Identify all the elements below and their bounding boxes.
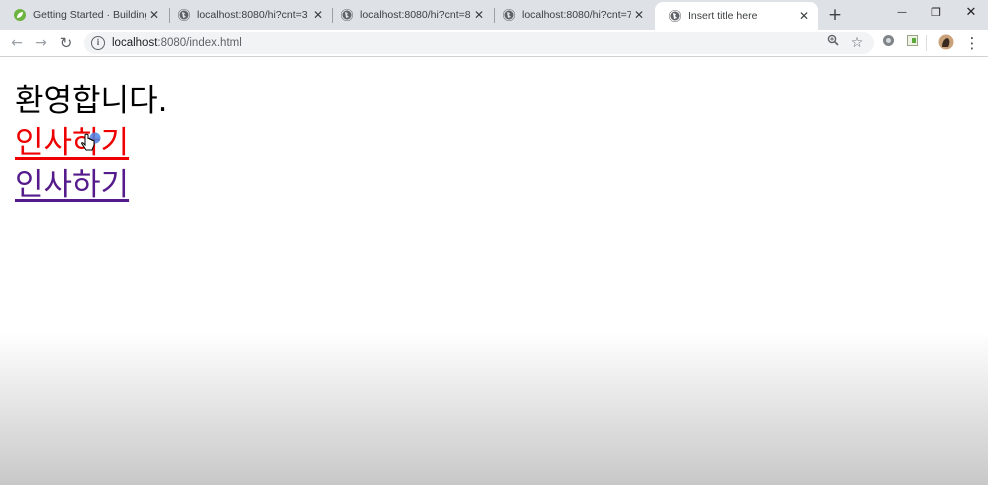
- tab-hi-cnt-8[interactable]: localhost:8080/hi?cnt=8 ✕: [327, 0, 493, 30]
- back-button[interactable]: ←: [6, 32, 28, 54]
- tab-hi-cnt-7[interactable]: localhost:8080/hi?cnt=7 ✕: [489, 0, 653, 30]
- toolbar-divider: [926, 35, 927, 51]
- bookmark-star-icon[interactable]: ☆: [848, 34, 866, 52]
- forward-button[interactable]: →: [30, 32, 52, 54]
- close-icon[interactable]: ✕: [471, 8, 487, 22]
- close-icon[interactable]: ✕: [631, 8, 647, 22]
- greeting-link-active[interactable]: 인사하기: [15, 117, 129, 162]
- globe-icon: [341, 9, 353, 21]
- close-icon[interactable]: ✕: [146, 8, 162, 22]
- welcome-heading: 환영합니다.: [15, 83, 168, 119]
- browser-window: Getting Started · Building ✕ localhost:8…: [0, 0, 988, 485]
- close-icon[interactable]: ✕: [796, 9, 812, 23]
- tab-title: localhost:8080/hi?cnt=3: [197, 9, 308, 21]
- extension-globe-icon[interactable]: [879, 34, 897, 52]
- tab-title: Getting Started · Building: [33, 9, 146, 21]
- address-url: localhost:8080/index.html: [112, 37, 242, 49]
- avatar[interactable]: [937, 34, 955, 52]
- close-icon[interactable]: ✕: [310, 8, 326, 22]
- restore-button[interactable]: ❐: [919, 0, 953, 28]
- globe-icon: [503, 9, 515, 21]
- tab-title: localhost:8080/hi?cnt=7: [522, 9, 631, 21]
- hand-cursor-icon: [80, 131, 102, 159]
- globe-icon: [178, 9, 190, 21]
- menu-icon[interactable]: ⋮: [963, 34, 981, 52]
- address-host: localhost: [112, 37, 158, 49]
- browser-toolbar: ← → ↻ i localhost:8080/index.html ☆ ⋮: [0, 30, 988, 57]
- zoom-icon[interactable]: [824, 34, 842, 52]
- tab-hi-cnt-3[interactable]: localhost:8080/hi?cnt=3 ✕: [164, 0, 332, 30]
- address-bar[interactable]: i localhost:8080/index.html: [84, 32, 874, 54]
- greeting-link-visited[interactable]: 인사하기: [15, 159, 129, 204]
- page-content: 환영합니다. 인사하기 인사하기: [0, 57, 988, 485]
- reload-button[interactable]: ↻: [55, 32, 77, 54]
- tab-title: localhost:8080/hi?cnt=8: [360, 9, 471, 21]
- tab-title: Insert title here: [688, 10, 758, 22]
- globe-icon: [669, 10, 681, 22]
- address-path: :8080/index.html: [157, 37, 242, 49]
- new-tab-button[interactable]: +: [825, 5, 845, 25]
- window-close-button[interactable]: ✕: [954, 0, 988, 28]
- minimize-button[interactable]: —: [885, 0, 919, 28]
- tab-getting-started[interactable]: Getting Started · Building ✕: [0, 0, 168, 30]
- tab-insert-title-here[interactable]: Insert title here ✕: [655, 2, 818, 30]
- extension-sheet-icon[interactable]: [903, 34, 921, 52]
- tab-strip: Getting Started · Building ✕ localhost:8…: [0, 0, 988, 30]
- info-icon[interactable]: i: [91, 36, 105, 50]
- spring-leaf-icon: [14, 9, 26, 21]
